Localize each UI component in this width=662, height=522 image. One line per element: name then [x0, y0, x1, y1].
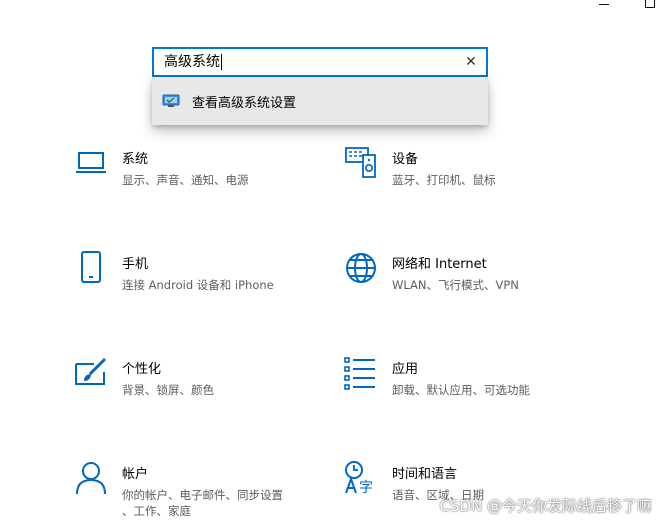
tile-phone[interactable]: 手机 连接 Android 设备和 iPhone — [74, 251, 274, 293]
laptop-icon — [74, 146, 108, 180]
settings-window: 高级系统 ✕ 查看高级系统设置 系统 显示、声音、通知、电源 设备 蓝牙、打印机… — [0, 0, 662, 522]
clear-search-icon[interactable]: ✕ — [464, 55, 478, 69]
tile-description: 背景、锁屏、颜色 — [122, 383, 214, 397]
tile-description: 蓝牙、打印机、鼠标 — [392, 173, 496, 187]
suggestion-label: 查看高级系统设置 — [192, 95, 297, 111]
settings-search-box[interactable]: 高级系统 ✕ — [152, 47, 488, 77]
tile-description-line2: 、工作、家庭 — [122, 504, 191, 518]
tile-personalization[interactable]: 个性化 背景、锁屏、颜色 — [74, 356, 214, 398]
tile-description: 连接 Android 设备和 iPhone — [122, 278, 274, 292]
phone-icon — [74, 251, 108, 285]
tile-apps[interactable]: 应用 卸载、默认应用、可选功能 — [344, 356, 530, 398]
text-caret — [221, 54, 222, 70]
search-suggestion-item[interactable]: 查看高级系统设置 — [152, 77, 488, 125]
tile-system[interactable]: 系统 显示、声音、通知、电源 — [74, 146, 249, 188]
person-icon — [74, 461, 108, 495]
tile-title: 时间和语言 — [392, 467, 458, 482]
monitor-settings-icon — [162, 94, 180, 107]
tile-title: 应用 — [392, 362, 419, 377]
search-input[interactable]: 高级系统 — [164, 54, 222, 70]
time-language-icon: 字 — [344, 461, 378, 496]
tile-devices[interactable]: 设备 蓝牙、打印机、鼠标 — [344, 146, 496, 188]
tile-description: 显示、声音、通知、电源 — [122, 173, 249, 187]
minimize-button[interactable] — [597, 0, 611, 10]
tile-title: 帐户 — [122, 467, 149, 482]
tile-title: 网络和 Internet — [392, 257, 487, 272]
globe-icon — [344, 251, 378, 285]
svg-text:字: 字 — [359, 480, 373, 495]
tile-description: 你的帐户、电子邮件、同步设置 — [122, 488, 283, 502]
tile-title: 手机 — [122, 257, 149, 272]
devices-icon — [344, 146, 378, 180]
tile-title: 设备 — [392, 152, 419, 167]
apps-list-icon — [344, 356, 378, 390]
tile-title: 系统 — [122, 152, 149, 167]
tile-description: 卸载、默认应用、可选功能 — [392, 383, 530, 397]
tile-title: 个性化 — [122, 362, 162, 377]
csdn-watermark: CSDN @今天你发际线后移了嘛 — [439, 497, 652, 515]
tile-accounts[interactable]: 帐户 你的帐户、电子邮件、同步设置 、工作、家庭 — [74, 461, 283, 519]
maximize-button[interactable] — [645, 0, 655, 10]
tile-network[interactable]: 网络和 Internet WLAN、飞行模式、VPN — [344, 251, 519, 293]
tile-description: WLAN、飞行模式、VPN — [392, 278, 519, 292]
paint-icon — [74, 356, 108, 390]
